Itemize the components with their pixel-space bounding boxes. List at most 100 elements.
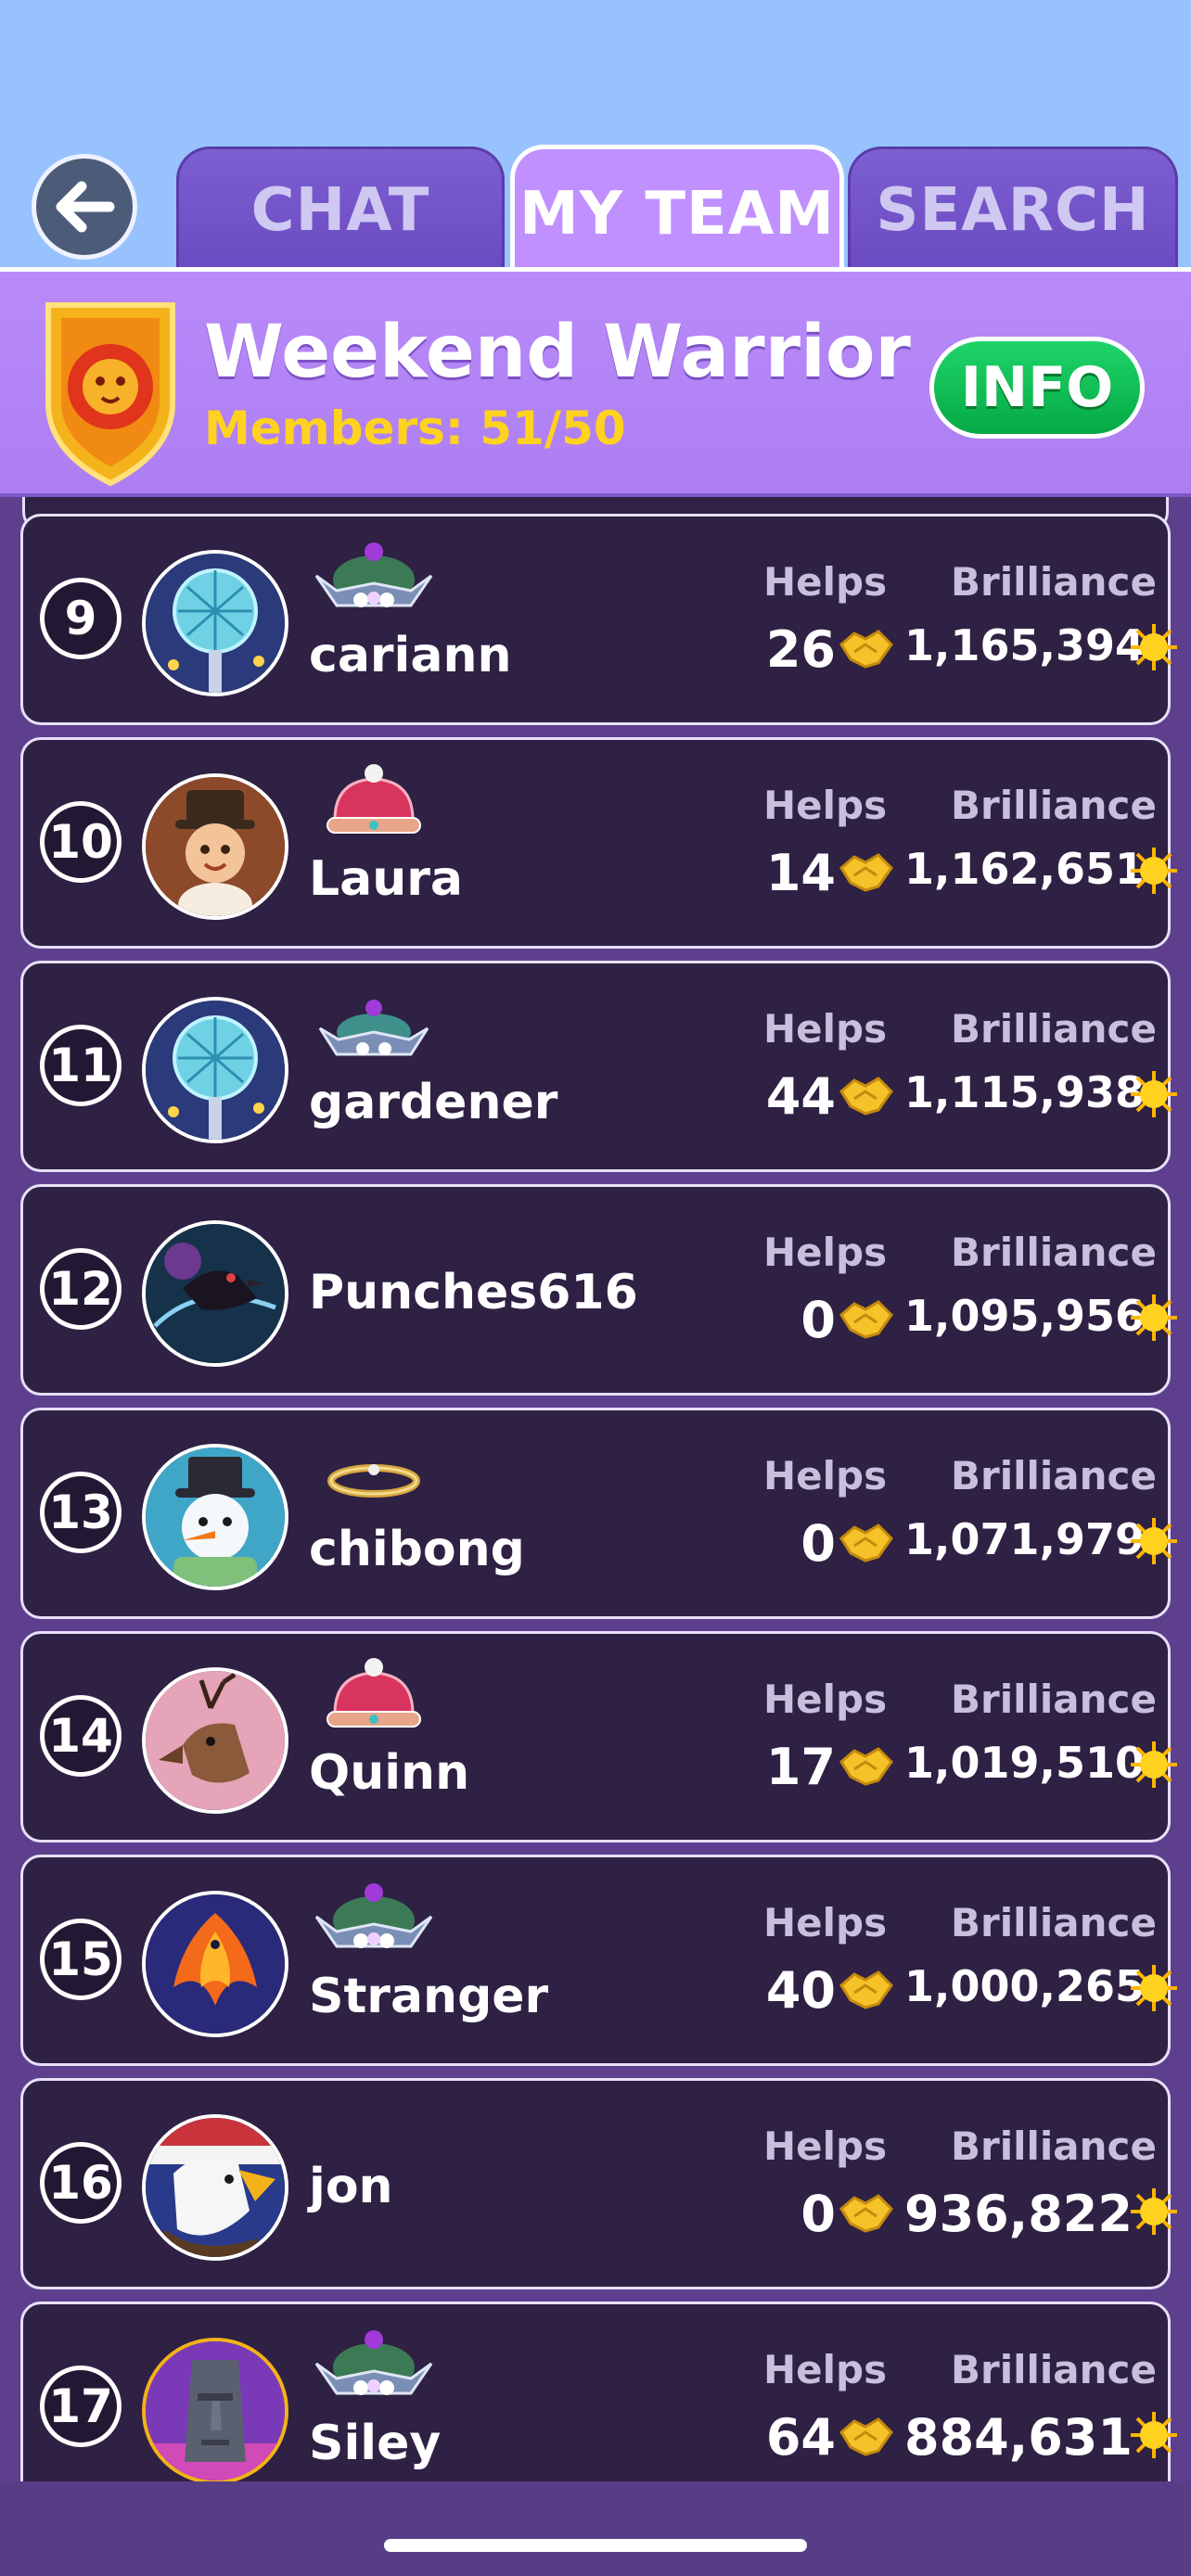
bottom-bar [0, 2481, 1191, 2576]
member-name: cariann [309, 628, 512, 683]
globe-avatar-icon [146, 554, 285, 693]
helps-value: 0 [800, 1514, 836, 1573]
handshake-icon [839, 630, 893, 669]
sun-icon [1131, 2188, 1177, 2235]
brilliance-value: 1,095,956 [904, 1291, 1145, 1341]
brilliance-label: Brilliance [951, 2123, 1157, 2169]
snowman-avatar-icon [146, 1447, 285, 1587]
member-row[interactable]: 9 cariann Helps Brilliance 26 1,165,394 [20, 514, 1177, 725]
sun-icon [1131, 624, 1177, 670]
member-row[interactable]: 13 chibong Helps Brilliance 0 1,071,979 [20, 1408, 1177, 1619]
handshake-icon [839, 1300, 893, 1339]
info-button[interactable]: INFO [929, 337, 1145, 439]
globe-avatar-icon [146, 1001, 285, 1140]
helps-value: 64 [765, 2408, 836, 2467]
team-header: Weekend Warrior Members: 51/50 INFO [0, 267, 1191, 497]
avatar[interactable] [142, 1220, 288, 1367]
handshake-icon [839, 853, 893, 892]
brilliance-label: Brilliance [951, 1900, 1157, 1945]
green-crown-icon [314, 542, 433, 607]
member-list[interactable]: 9 cariann Helps Brilliance 26 1,165,394 … [0, 497, 1191, 2481]
avatar[interactable] [142, 773, 288, 920]
brilliance-label: Brilliance [951, 559, 1157, 605]
member-row[interactable]: 14 Quinn Helps Brilliance 17 1,019,510 [20, 1631, 1177, 1843]
team-member-count: Members: 51/50 [204, 402, 626, 455]
avatar[interactable] [142, 1444, 288, 1590]
member-name: gardener [309, 1075, 558, 1130]
tab-search[interactable]: SEARCH [848, 147, 1178, 271]
member-name: Stranger [309, 1969, 549, 2024]
avatar[interactable] [142, 2114, 288, 2261]
back-button[interactable] [32, 154, 137, 260]
helps-label: Helps [763, 2123, 888, 2169]
helps-label: Helps [763, 783, 888, 828]
rank-badge: 11 [40, 1025, 122, 1106]
avatar[interactable] [142, 997, 288, 1143]
sun-icon [1131, 1741, 1177, 1788]
baby-avatar-icon [146, 777, 285, 916]
brilliance-label: Brilliance [951, 2347, 1157, 2392]
helps-value: 0 [800, 1291, 836, 1349]
tab-my-team[interactable]: MY TEAM [510, 145, 844, 278]
brilliance-value: 1,000,265 [904, 1961, 1145, 2011]
brilliance-value: 884,631 [904, 2408, 1133, 2467]
member-name: Siley [309, 2416, 442, 2471]
avatar[interactable] [142, 1891, 288, 2037]
pink-crown-icon [327, 1658, 421, 1728]
brilliance-label: Brilliance [951, 1453, 1157, 1498]
helps-label: Helps [763, 1006, 888, 1052]
sun-icon [1131, 2412, 1177, 2458]
green-crown-icon [314, 2330, 433, 2395]
handshake-icon [839, 1970, 893, 2009]
brilliance-label: Brilliance [951, 1230, 1157, 1275]
team-name: Weekend Warrior [204, 311, 911, 394]
teal-crown-icon [318, 1000, 429, 1056]
avatar[interactable] [142, 1667, 288, 1814]
sun-icon [1131, 1965, 1177, 2011]
member-name: chibong [309, 1522, 525, 1577]
helps-label: Helps [763, 1677, 888, 1722]
rank-badge: 15 [40, 1919, 122, 2000]
helps-value: 26 [765, 620, 836, 679]
handshake-icon [839, 2194, 893, 2233]
helps-value: 44 [765, 1067, 836, 1126]
rank-badge: 16 [40, 2142, 122, 2224]
member-row[interactable]: 16 jon Helps Brilliance 0 936,822 [20, 2078, 1177, 2289]
brilliance-value: 1,165,394 [904, 620, 1145, 670]
helps-value: 14 [765, 844, 836, 902]
gold-circlet-icon [327, 1464, 420, 1498]
home-indicator[interactable] [384, 2539, 807, 2552]
avatar[interactable] [142, 2338, 288, 2481]
helps-value: 40 [765, 1961, 836, 2020]
brilliance-value: 936,822 [904, 2185, 1133, 2243]
arrow-left-icon [56, 181, 115, 233]
member-name: jon [309, 2159, 393, 2214]
member-row[interactable]: 11 gardener Helps Brilliance 44 1,115,93… [20, 961, 1177, 1172]
raven-avatar-icon [146, 1224, 285, 1363]
helps-value: 17 [765, 1738, 836, 1796]
tab-chat[interactable]: CHAT [176, 147, 505, 271]
member-row[interactable]: 10 Laura Helps Brilliance 14 1,162,651 [20, 737, 1177, 949]
avatar[interactable] [142, 550, 288, 696]
member-row[interactable]: 17 Siley Helps Brilliance 64 884,631 [20, 2302, 1177, 2481]
green-crown-icon [314, 1883, 433, 1948]
member-row[interactable]: 12 Punches616 Helps Brilliance 0 1,095,9… [20, 1184, 1177, 1396]
rank-badge: 14 [40, 1695, 122, 1777]
helps-value: 0 [800, 2185, 836, 2243]
brilliance-label: Brilliance [951, 1677, 1157, 1722]
phoenix-avatar-icon [146, 1894, 285, 2034]
member-row[interactable]: 15 Stranger Helps Brilliance 40 1,000,26… [20, 1855, 1177, 2066]
handshake-icon [839, 1077, 893, 1116]
sun-icon [1131, 848, 1177, 894]
eagle-avatar-icon [146, 2118, 285, 2257]
sun-icon [1131, 1071, 1177, 1117]
brilliance-value: 1,115,938 [904, 1067, 1145, 1117]
member-name: Quinn [309, 1745, 470, 1801]
helps-label: Helps [763, 1453, 888, 1498]
rank-badge: 13 [40, 1472, 122, 1553]
handshake-icon [839, 1747, 893, 1786]
sun-icon [1131, 1294, 1177, 1341]
helps-label: Helps [763, 1900, 888, 1945]
pink-crown-icon [327, 764, 421, 834]
member-name: Laura [309, 851, 463, 907]
